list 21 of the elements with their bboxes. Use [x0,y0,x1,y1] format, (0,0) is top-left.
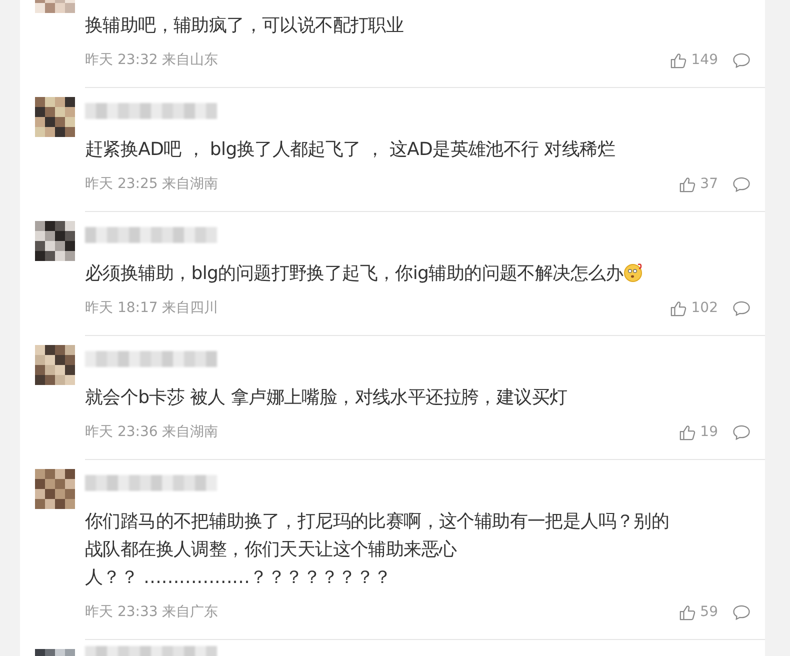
comment-time: 昨天 23:36 [85,423,158,441]
comment-location: 来自湖南 [162,175,218,193]
comment-time: 昨天 23:33 [85,603,158,621]
comment-text: 换辅助吧，辅助疯了，可以说不配打职业 [85,14,404,38]
comment-location: 来自四川 [162,299,218,317]
comment-location: 来自广东 [162,603,218,621]
comment-location: 来自山东 [162,51,218,69]
comment-text: 必须换辅助，blg的问题打野换了起飞，你ig辅助的问题不解决怎么办 [85,262,624,286]
comment-time: 昨天 18:17 [85,299,158,317]
comment-text: 你们踏马的不把辅助换了，打尼玛的比赛啊，这个辅助有一把是人吗？别的战队都在换人调整，你们天天让这个辅助来恶心 [85,510,670,562]
like-button[interactable]: 19 [679,424,718,440]
like-button[interactable]: 149 [670,52,718,68]
comment-text: 赶紧换AD吧 ， blg换了人都起飞了 ， 这AD是英雄池不行 对线稀烂 [85,138,616,162]
comment-text: 人？？ ………………？？？？？？？？ [85,566,392,590]
like-button[interactable]: 59 [679,604,718,620]
comment-location: 来自湖南 [162,423,218,441]
like-button[interactable]: 102 [670,300,718,316]
comment-time: 昨天 23:32 [85,51,158,69]
comment-text: 就会个b卡莎 被人 拿卢娜上嘴脸，对线水平还拉胯，建议买灯 [85,386,568,410]
like-button[interactable]: 37 [679,176,718,192]
comment-time: 昨天 23:25 [85,175,158,193]
